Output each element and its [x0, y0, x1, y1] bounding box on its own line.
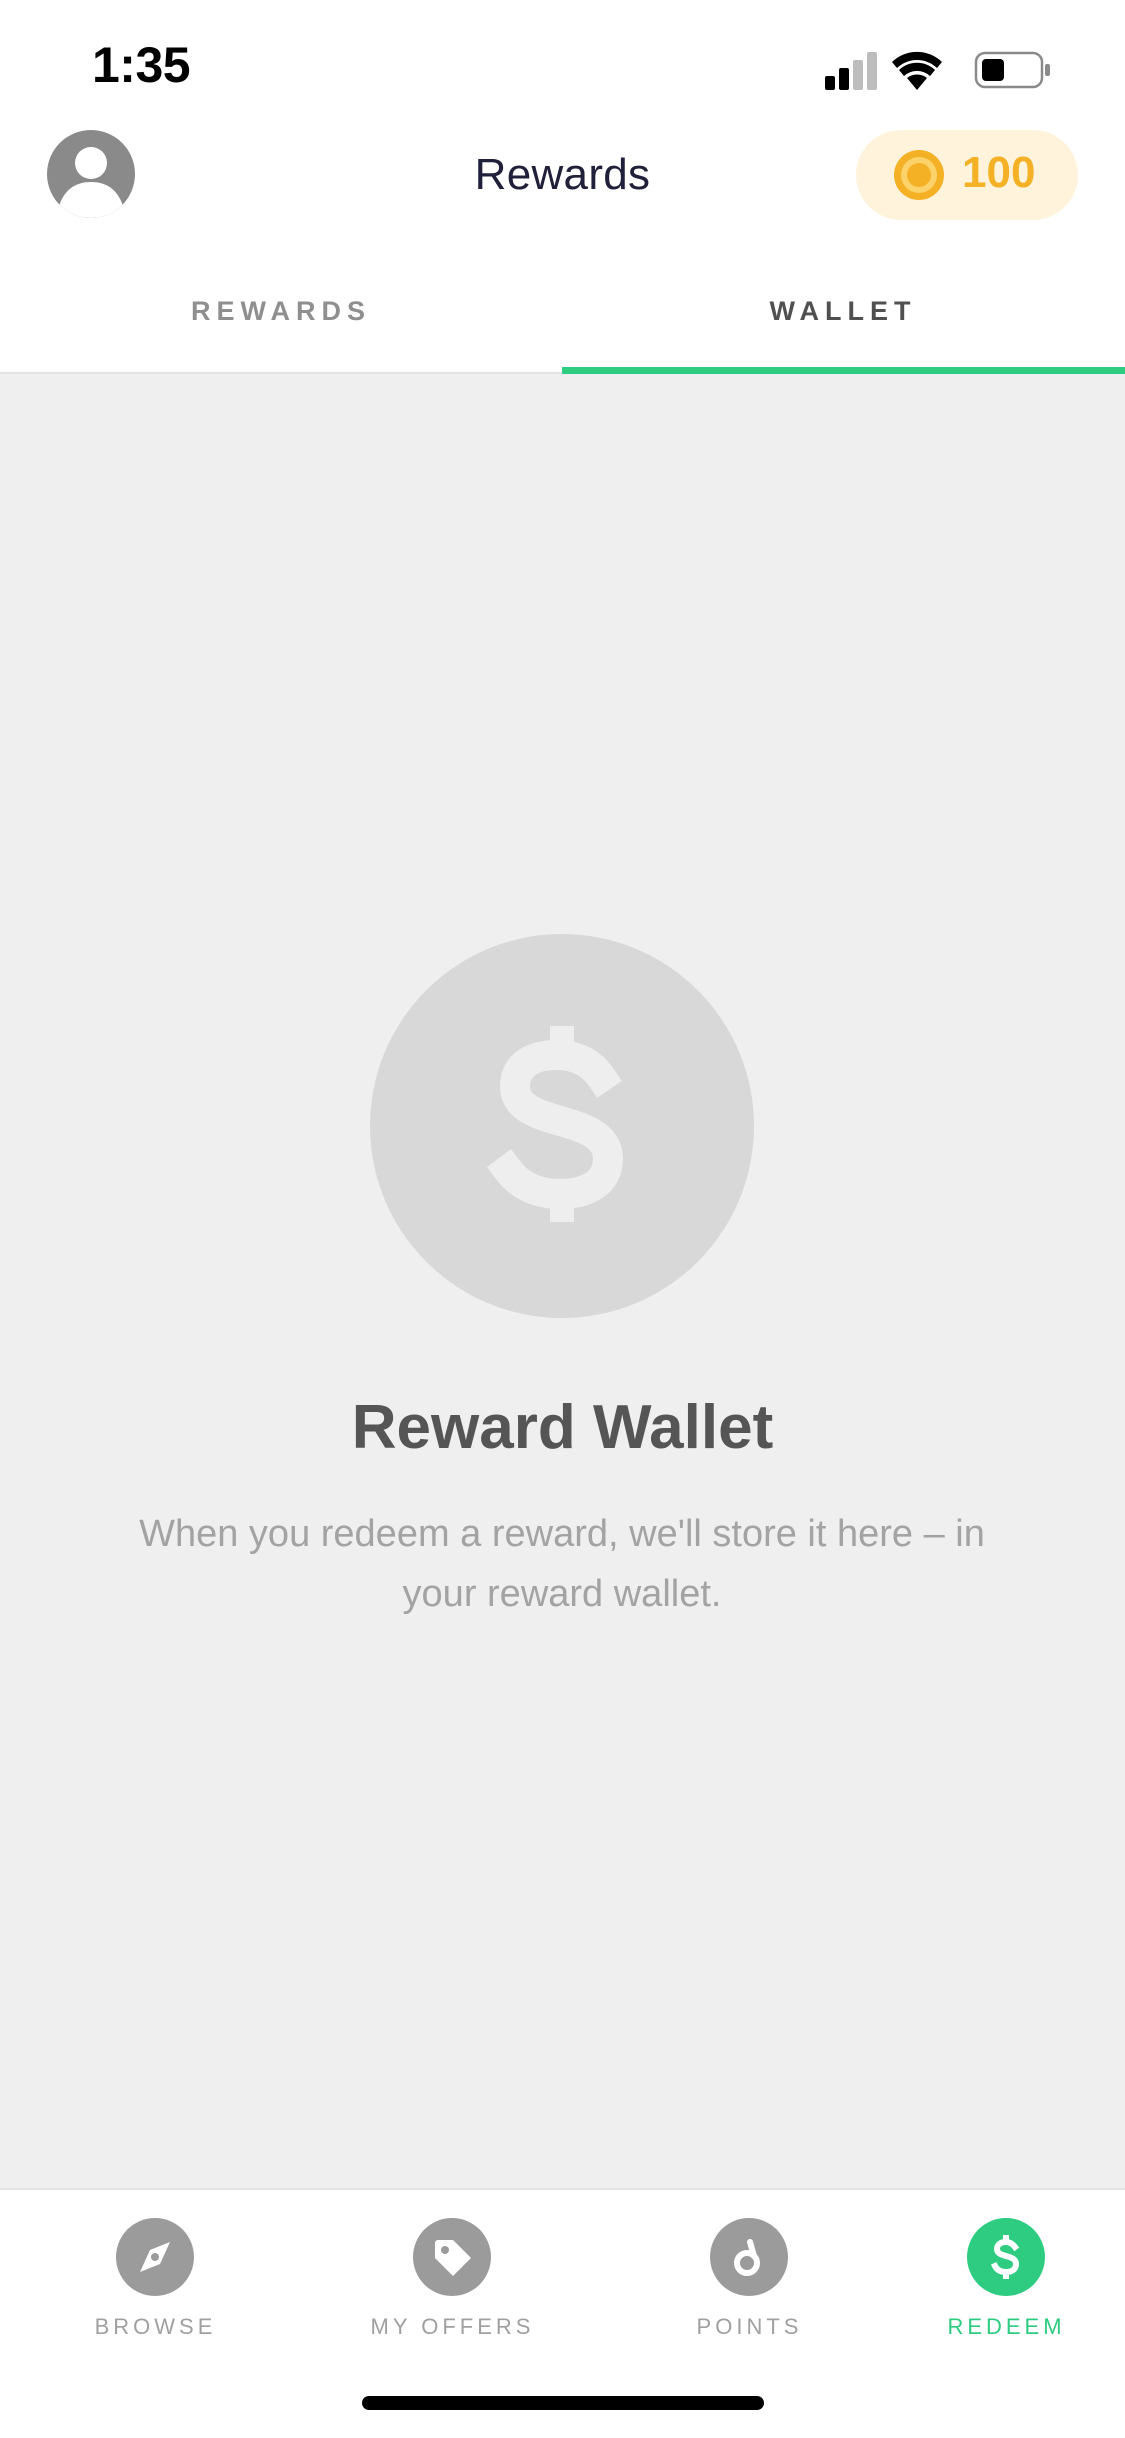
tag-icon	[413, 2218, 491, 2296]
coin-icon	[894, 150, 944, 200]
signal-icon	[825, 52, 877, 90]
nav-label-redeem: REDEEM	[947, 2314, 1066, 2339]
nav-label-browse: BROWSE	[94, 2314, 217, 2339]
header: Rewards 100	[0, 120, 1125, 250]
wifi-icon	[892, 51, 942, 90]
tab-rewards[interactable]: REWARDS	[0, 250, 562, 372]
home-indicator[interactable]	[362, 2396, 764, 2410]
tab-bar: REWARDS WALLET	[0, 250, 1125, 374]
nav-label-my-offers: MY OFFERS	[370, 2314, 535, 2339]
dollar-icon	[486, 1026, 624, 1222]
nav-item-browse[interactable]: BROWSE	[15, 2218, 296, 2358]
status-icons	[825, 51, 1050, 90]
nav-item-points[interactable]: POINTS	[609, 2218, 890, 2358]
empty-state-title: Reward Wallet	[351, 1393, 774, 1462]
wallet-content: Reward Wallet When you redeem a reward, …	[0, 374, 1125, 2188]
tab-selected-indicator	[562, 367, 1125, 374]
battery-icon	[974, 51, 1050, 89]
empty-state-description: When you redeem a reward, we'll store it…	[139, 1513, 985, 1615]
nav-label-points: POINTS	[696, 2314, 803, 2339]
nav-item-my-offers[interactable]: MY OFFERS	[312, 2218, 593, 2358]
tab-wallet[interactable]: WALLET	[562, 250, 1124, 372]
dollar-icon	[967, 2218, 1045, 2296]
status-time: 1:35	[92, 37, 191, 93]
compass-icon	[116, 2218, 194, 2296]
points-value: 100	[962, 148, 1036, 197]
points-badge[interactable]: 100	[856, 130, 1078, 220]
empty-state-icon-circle	[370, 934, 754, 1318]
status-bar: 1:35	[0, 0, 1125, 130]
nav-item-redeem[interactable]: REDEEM	[866, 2218, 1125, 2358]
points-icon	[710, 2218, 788, 2296]
